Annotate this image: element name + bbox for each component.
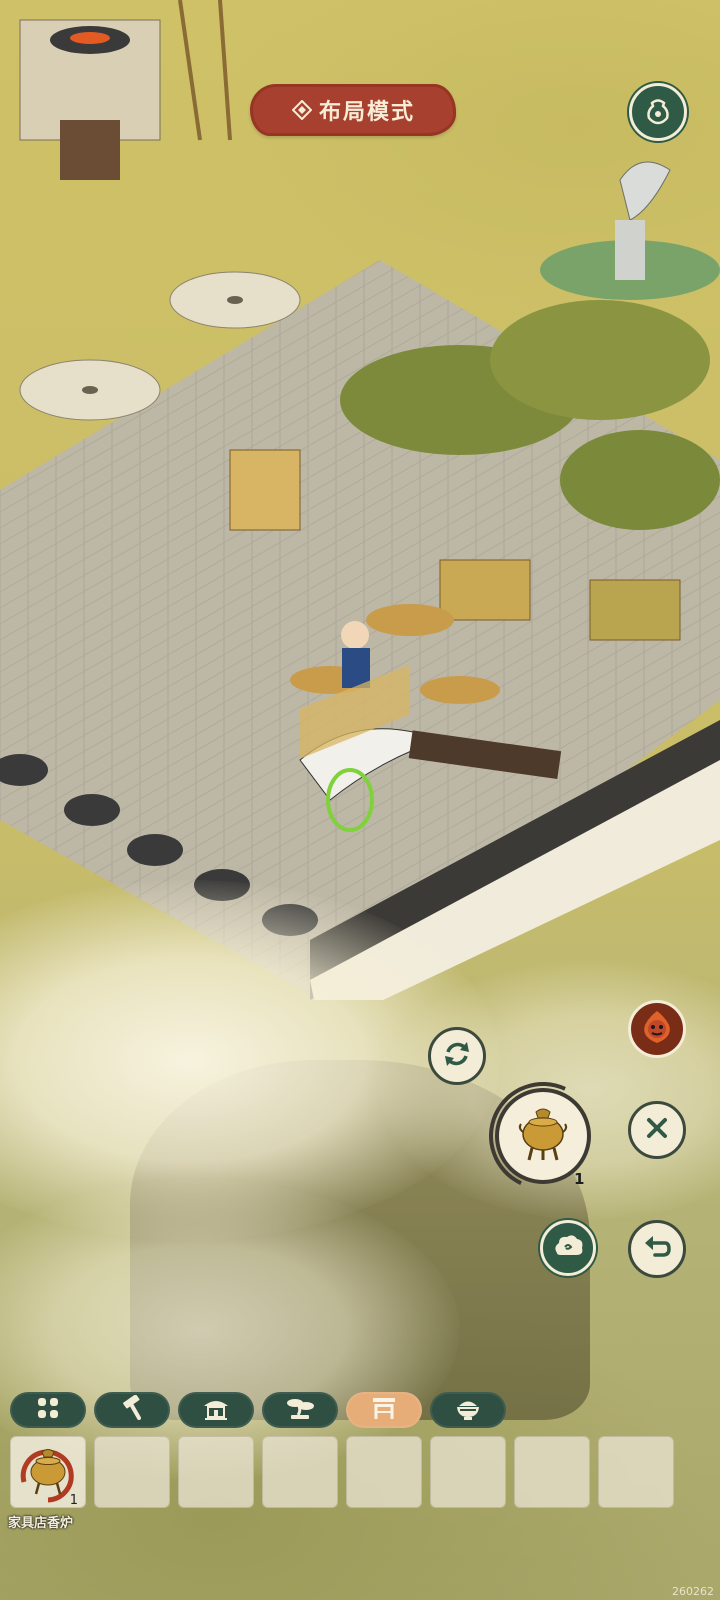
tab-buildings[interactable]: [178, 1392, 254, 1428]
inventory-slot-censer[interactable]: 1: [10, 1436, 86, 1508]
category-tab-bar: [10, 1392, 510, 1430]
inventory-slot-empty[interactable]: [94, 1436, 170, 1508]
inventory-slot-empty[interactable]: [262, 1436, 338, 1508]
layout-mode-label: 布局模式: [318, 99, 415, 125]
layout-mode-banner: 布局模式: [250, 84, 456, 136]
inventory-bar: 1: [10, 1436, 690, 1510]
tab-tools[interactable]: [94, 1392, 170, 1428]
slot-item-name: 家具店香炉: [8, 1516, 74, 1531]
pavilion-icon: [202, 1394, 230, 1426]
game-scene[interactable]: [0, 0, 720, 1600]
rice-bowl-icon: [454, 1395, 482, 1425]
fire-spirit-button[interactable]: [628, 1000, 686, 1058]
grid-four-icon: [36, 1396, 60, 1424]
undo-arrow-icon: [641, 1231, 673, 1267]
hammer-icon: [119, 1394, 145, 1425]
confirm-place-button[interactable]: [540, 1220, 596, 1276]
storage-pouch-button[interactable]: [629, 83, 687, 141]
diamond-ornament-icon: [291, 99, 313, 121]
inventory-slot-empty[interactable]: [178, 1436, 254, 1508]
cloud-swirl-icon: [551, 1231, 585, 1265]
fish-fountain: [540, 161, 720, 300]
tab-plants[interactable]: [262, 1392, 338, 1428]
build-code: 260262: [672, 1585, 714, 1598]
inventory-slot-empty[interactable]: [346, 1436, 422, 1508]
tab-all[interactable]: [10, 1392, 86, 1428]
tab-food[interactable]: [430, 1392, 506, 1428]
tab-furniture[interactable]: [346, 1392, 422, 1428]
fire-demon-icon: [637, 1007, 677, 1051]
inventory-slot-empty[interactable]: [598, 1436, 674, 1508]
undo-button[interactable]: [628, 1220, 686, 1278]
bonsai-icon: [285, 1395, 315, 1425]
rotate-button[interactable]: [428, 1027, 486, 1085]
table-icon: [370, 1395, 398, 1425]
forge-area: [19, 0, 232, 180]
inventory-slot-empty[interactable]: [430, 1436, 506, 1508]
selected-furniture-count: 1: [574, 1170, 585, 1188]
cancel-button[interactable]: [628, 1101, 686, 1159]
pouch-icon: [643, 95, 673, 129]
close-icon: [642, 1113, 672, 1147]
slot-item-count: 1: [69, 1493, 78, 1508]
rotate-arrows-icon: [440, 1037, 474, 1075]
inventory-slot-empty[interactable]: [514, 1436, 590, 1508]
